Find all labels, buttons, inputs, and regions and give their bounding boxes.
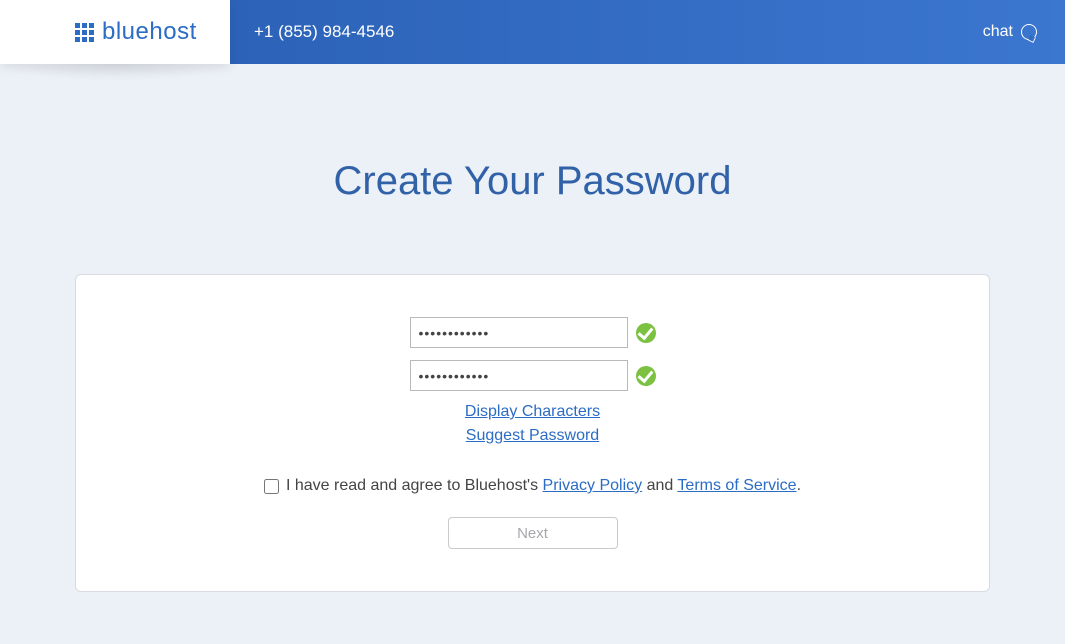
link-row: Suggest Password [96, 427, 969, 445]
header-bar: +1 (855) 984-4546 chat [230, 0, 1065, 64]
check-circle-icon [636, 323, 656, 343]
agree-text-wrapper: I have read and agree to Bluehost's Priv… [286, 477, 801, 495]
display-characters-link[interactable]: Display Characters [465, 403, 600, 420]
header: bluehost +1 (855) 984-4546 chat [0, 0, 1065, 64]
agree-checkbox[interactable] [264, 479, 279, 494]
brand-name: bluehost [102, 18, 197, 46]
agree-suffix: . [797, 477, 801, 494]
chat-bubble-icon [1021, 24, 1037, 40]
logo-grid-icon [75, 23, 94, 42]
next-button[interactable]: Next [448, 517, 618, 549]
phone-number[interactable]: +1 (855) 984-4546 [254, 22, 394, 42]
chat-label: chat [983, 23, 1013, 41]
check-circle-icon [636, 366, 656, 386]
terms-of-service-link[interactable]: Terms of Service [677, 477, 796, 494]
password-card: Display Characters Suggest Password I ha… [75, 274, 990, 592]
agree-mid: and [642, 477, 677, 494]
agree-row: I have read and agree to Bluehost's Priv… [96, 477, 969, 495]
password-row [96, 317, 969, 348]
chat-link[interactable]: chat [983, 23, 1037, 41]
logo-shadow [0, 64, 230, 82]
logo-container[interactable]: bluehost [0, 0, 230, 64]
agree-prefix: I have read and agree to Bluehost's [286, 477, 543, 494]
link-row: Display Characters [96, 403, 969, 421]
privacy-policy-link[interactable]: Privacy Policy [543, 477, 643, 494]
password-input[interactable] [410, 317, 628, 348]
confirm-password-row [96, 360, 969, 391]
suggest-password-link[interactable]: Suggest Password [466, 427, 599, 444]
page-title: Create Your Password [0, 159, 1065, 204]
confirm-password-input[interactable] [410, 360, 628, 391]
